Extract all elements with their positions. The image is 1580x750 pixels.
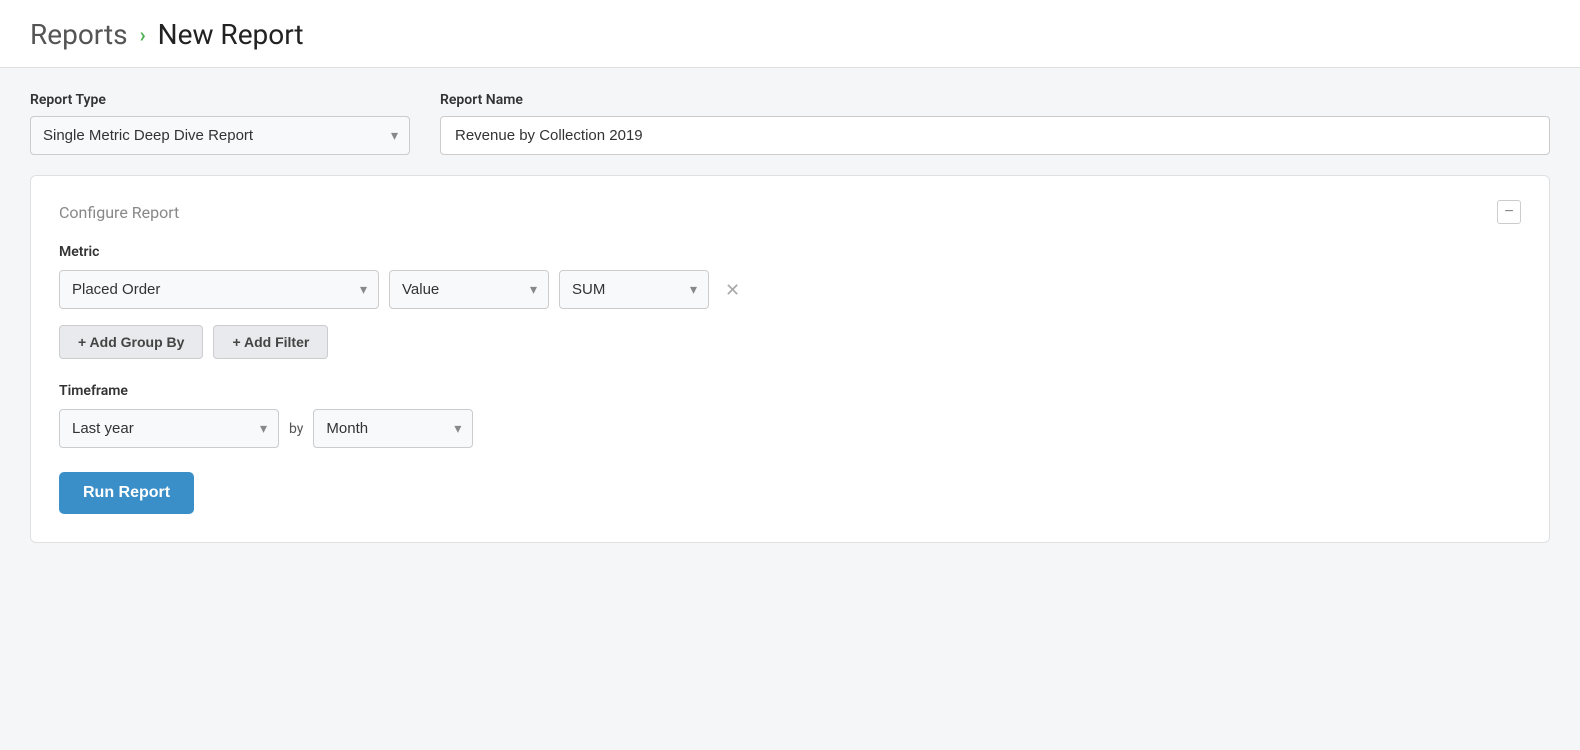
breadcrumb-separator: › — [140, 23, 146, 47]
action-buttons-row: + Add Group By + Add Filter — [59, 325, 1521, 359]
run-report-button[interactable]: Run Report — [59, 472, 194, 514]
metric-remove-button[interactable]: ✕ — [719, 279, 746, 301]
report-type-group: Report Type Single Metric Deep Dive Repo… — [30, 92, 410, 155]
main-content: Report Type Single Metric Deep Dive Repo… — [0, 68, 1580, 567]
configure-report-section: Configure Report − Metric Placed Order V… — [30, 175, 1550, 543]
metric-row: Placed Order Viewed Product Added to Car… — [59, 270, 1521, 309]
add-group-by-button[interactable]: + Add Group By — [59, 325, 203, 359]
metric-value-select[interactable]: Value Count Revenue — [389, 270, 549, 309]
metric-label: Metric — [59, 244, 1521, 260]
report-name-group: Report Name — [440, 92, 1550, 155]
configure-header: Configure Report − — [59, 200, 1521, 224]
metric-event-select[interactable]: Placed Order Viewed Product Added to Car… — [59, 270, 379, 309]
metric-agg-select[interactable]: SUM AVG MIN MAX — [559, 270, 709, 309]
report-type-label: Report Type — [30, 92, 410, 108]
top-fields-row: Report Type Single Metric Deep Dive Repo… — [30, 92, 1550, 155]
breadcrumb-reports[interactable]: Reports — [30, 18, 128, 51]
report-name-input[interactable] — [440, 116, 1550, 155]
timeframe-period-select[interactable]: Last year Last 30 days Last 90 days This… — [59, 409, 279, 448]
add-filter-button[interactable]: + Add Filter — [213, 325, 328, 359]
metric-agg-wrapper: SUM AVG MIN MAX — [559, 270, 709, 309]
metric-value-wrapper: Value Count Revenue — [389, 270, 549, 309]
timeframe-label: Timeframe — [59, 383, 1521, 399]
timeframe-granularity-select[interactable]: Month Week Day Quarter Year — [313, 409, 473, 448]
page-header: Reports › New Report — [0, 0, 1580, 68]
report-type-select-wrapper: Single Metric Deep Dive Report Multi Met… — [30, 116, 410, 155]
configure-title: Configure Report — [59, 203, 179, 222]
timeframe-by-label: by — [289, 421, 303, 437]
breadcrumb-current: New Report — [158, 18, 304, 51]
metric-event-wrapper: Placed Order Viewed Product Added to Car… — [59, 270, 379, 309]
collapse-button[interactable]: − — [1497, 200, 1521, 224]
report-type-select[interactable]: Single Metric Deep Dive Report Multi Met… — [30, 116, 410, 155]
timeframe-row: Last year Last 30 days Last 90 days This… — [59, 409, 1521, 448]
timeframe-granularity-wrapper: Month Week Day Quarter Year — [313, 409, 473, 448]
report-name-label: Report Name — [440, 92, 1550, 108]
timeframe-period-wrapper: Last year Last 30 days Last 90 days This… — [59, 409, 279, 448]
